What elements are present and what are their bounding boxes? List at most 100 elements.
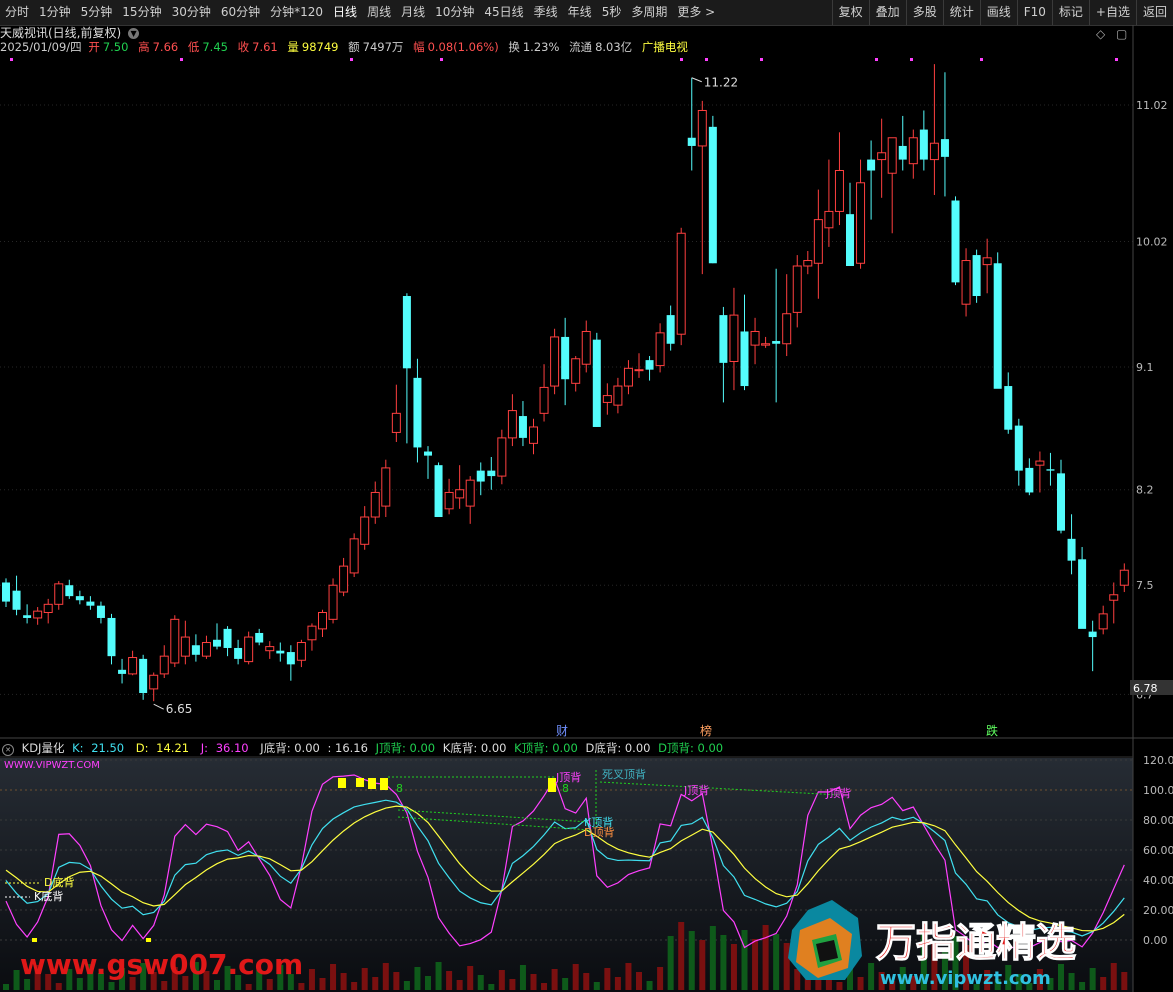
k-value: 21.50 — [91, 741, 125, 755]
candle-body-up — [244, 636, 254, 663]
chart-canvas[interactable]: 11.226.65财榜跌 120.00100.0080.0060.0040.00… — [0, 0, 1173, 992]
volume-bar — [13, 970, 20, 990]
d-top-signal: D顶背 — [584, 825, 614, 839]
fullscreen-icon: ▢ — [1116, 27, 1127, 41]
volume-bar — [752, 939, 759, 990]
signal-marker — [1115, 58, 1118, 61]
price-axis-label: 8.2 — [1136, 484, 1154, 497]
k-bottom: K底背: 0.00 — [442, 741, 507, 755]
volume-bar — [393, 972, 400, 990]
volume-bar — [382, 963, 389, 990]
candle-body-down — [213, 639, 221, 647]
volume-bar — [3, 984, 9, 990]
brand-name: 万指通精选 — [876, 920, 1076, 966]
volume-bar — [688, 931, 695, 990]
volume-bar — [562, 978, 569, 990]
bottom-marker — [32, 938, 37, 942]
volume-bar — [1058, 964, 1064, 990]
candle-body-down — [402, 296, 411, 369]
signal-marker — [440, 58, 443, 61]
candle-body-down — [687, 137, 696, 146]
volume-bar — [372, 977, 379, 990]
candle-body-down — [919, 129, 928, 160]
j-top-signal-a: J顶背 — [555, 770, 581, 784]
count-a: 8 — [396, 782, 403, 795]
candle-body-up — [1098, 613, 1108, 630]
event-financial-label: 财 — [556, 724, 568, 738]
volume-bar — [604, 968, 611, 990]
candle-body-down — [592, 339, 601, 427]
candle-body-up — [750, 330, 760, 346]
kdj-name[interactable]: KDJ量化 — [22, 741, 65, 755]
candle-body-down — [867, 159, 876, 171]
candlesticks — [2, 64, 1129, 702]
candle-body-up — [265, 646, 275, 652]
candle-body-up — [128, 657, 138, 675]
event-drop-label: 跌 — [986, 723, 998, 738]
diamond-icon: ◇ — [1096, 27, 1106, 41]
candle-body-up — [634, 369, 644, 372]
volume-bar — [340, 973, 347, 990]
volume-bar — [477, 975, 484, 990]
dead-cross-signal: 死叉顶背 — [602, 767, 646, 781]
volume-bar — [403, 981, 410, 990]
candle-body-up — [328, 584, 338, 620]
candle-body-up — [782, 313, 792, 345]
volume-bar — [467, 966, 474, 990]
high-price-label: 11.22 — [704, 76, 738, 90]
candle-body-up — [655, 332, 665, 367]
k-bottom-signal: K底背 — [34, 889, 63, 903]
kdj-close-icon[interactable]: ✕ — [2, 744, 14, 756]
candle-body-up — [370, 491, 380, 518]
j-value: 36.10 — [215, 741, 249, 755]
candle-body-down — [191, 645, 200, 655]
volume-bar — [1089, 968, 1096, 990]
candle-body-up — [550, 336, 560, 387]
volume-bar — [636, 972, 642, 990]
candle-body-down — [23, 615, 32, 618]
top-bar-marker — [548, 778, 556, 792]
candle-body-up — [381, 467, 391, 507]
candle-body-up — [803, 260, 813, 267]
high-pointer — [691, 77, 702, 83]
bottom-marker — [146, 938, 151, 942]
candle-body-up — [1035, 460, 1045, 466]
candle-body-up — [834, 170, 844, 212]
volume-bar — [1121, 972, 1128, 990]
kdj-axis-label: 0.00 — [1143, 934, 1168, 947]
candle-body-up — [339, 565, 349, 593]
candle-body-up — [539, 386, 549, 414]
candle-body-down — [1004, 386, 1013, 430]
candle-body-down — [1088, 631, 1097, 638]
candle-body-up — [391, 412, 401, 433]
volume-bar — [678, 922, 685, 990]
candle-body-up — [444, 491, 454, 510]
volume-bar — [414, 967, 421, 990]
candle-body-down — [86, 601, 95, 606]
j-bottom: J底背: 0.00 — [260, 741, 320, 755]
signal-marker — [180, 58, 183, 61]
candle-body-up — [201, 642, 211, 657]
d-bottom: D底背: 0.00 — [585, 741, 651, 755]
volume-bar — [161, 981, 168, 990]
candle-body-up — [813, 219, 823, 264]
candle-body-down — [740, 331, 749, 387]
k-top: K顶背: 0.00 — [514, 741, 578, 755]
candle-body-up — [908, 137, 918, 165]
volume-bar — [319, 978, 326, 990]
volume-bar — [361, 968, 368, 990]
candle-body-up — [877, 152, 887, 161]
candle-body-up — [571, 358, 581, 384]
volume-bar — [298, 983, 305, 990]
kdj-axis-label: 20.00 — [1143, 904, 1173, 917]
candle-body-up — [497, 437, 507, 477]
volume-bar — [1079, 982, 1086, 990]
price-axis-label: 11.02 — [1136, 99, 1168, 112]
candle-body-up — [613, 385, 623, 406]
volume-bar — [730, 944, 737, 990]
volume-bar — [646, 981, 653, 990]
candle-body-up — [307, 625, 317, 641]
volume-bar — [425, 976, 431, 990]
volume-bar — [330, 964, 337, 990]
volume-bar — [551, 969, 558, 990]
